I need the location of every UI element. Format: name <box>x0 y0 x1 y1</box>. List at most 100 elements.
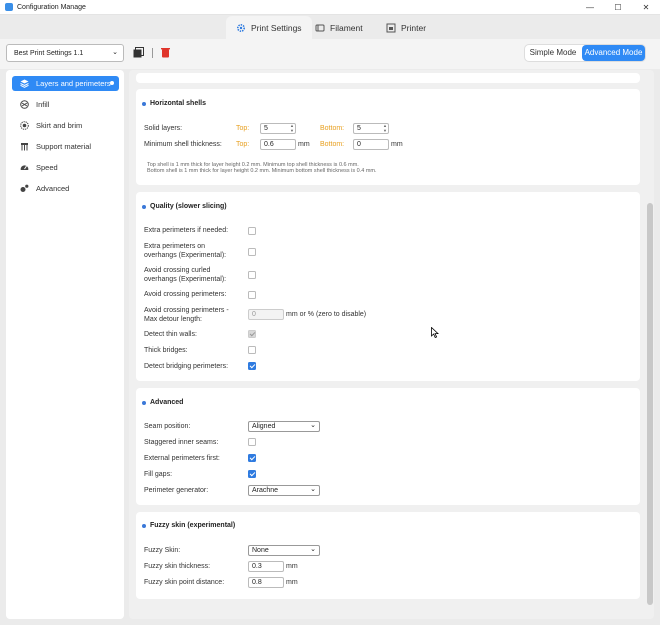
sidebar-item-label: Skirt and brim <box>36 121 83 130</box>
window-title: Configuration Manage <box>17 3 86 11</box>
unit-label: mm <box>286 563 298 570</box>
extra-perimeters-label: Extra perimeters if needed: <box>144 227 229 234</box>
staggered-seams-label: Staggered inner seams: <box>144 439 219 446</box>
perimeter-generator-select[interactable]: Arachne ⌄ <box>248 485 320 496</box>
staggered-seams-checkbox[interactable] <box>248 438 256 446</box>
title-bar: Configuration Manage — ☐ ✕ <box>0 0 660 15</box>
perimeter-generator-label: Perimeter generator: <box>144 487 209 494</box>
top-layers-input[interactable]: 5 ▲ ▼ <box>260 123 296 134</box>
mode-switch: Simple Mode Advanced Mode <box>524 44 646 62</box>
sidebar-item-support[interactable]: Support material <box>12 139 119 154</box>
seam-position-select[interactable]: Aligned ⌄ <box>248 421 320 432</box>
tab-label: Printer <box>401 22 427 33</box>
fuzzy-distance-input[interactable]: 0.8 <box>248 577 284 588</box>
card-partial <box>136 73 640 83</box>
tab-print-settings[interactable]: Print Settings <box>226 16 312 39</box>
fuzzy-distance-label: Fuzzy skin point distance: <box>144 579 225 586</box>
bottom-layers-input[interactable]: 5 ▲ ▼ <box>353 123 389 134</box>
section-title: Fuzzy skin (experimental) <box>142 522 235 529</box>
min-top-input[interactable]: 0.6 <box>260 139 296 150</box>
chevron-down-icon: ⌄ <box>310 486 316 493</box>
fuzzy-thickness-input[interactable]: 0.3 <box>248 561 284 572</box>
speed-icon <box>20 165 29 170</box>
unit-label: mm <box>298 141 310 148</box>
tab-bar: Print Settings Filament Printer <box>0 15 660 39</box>
min-top-label: Top: <box>236 141 250 148</box>
tab-label: Filament <box>330 22 363 33</box>
avoid-curled-label: Avoid crossing curled overhangs (Experim… <box>144 267 227 283</box>
bridging-checkbox[interactable] <box>248 362 256 370</box>
thin-walls-checkbox[interactable] <box>248 330 256 338</box>
section-title: Quality (slower slicing) <box>142 203 227 210</box>
filament-icon <box>315 24 325 31</box>
save-icon[interactable] <box>133 47 144 58</box>
active-dot <box>110 81 114 85</box>
advanced-mode-button[interactable]: Advanced Mode <box>582 45 645 61</box>
close-button[interactable]: ✕ <box>632 0 660 15</box>
min-bottom-input[interactable]: 0 <box>353 139 389 150</box>
avoid-crossing-checkbox[interactable] <box>248 291 256 299</box>
external-first-label: External perimeters first: <box>144 455 220 462</box>
fuzzy-skin-select[interactable]: None ⌄ <box>248 545 320 556</box>
bridging-label: Detect bridging perimeters: <box>144 363 229 370</box>
spinner-icon[interactable]: ▲ ▼ <box>383 123 387 133</box>
unit-label: mm <box>391 141 403 148</box>
sidebar-item-label: Speed <box>36 163 58 172</box>
max-detour-input[interactable]: 0 <box>248 309 284 320</box>
sidebar-item-label: Advanced <box>36 184 70 193</box>
max-detour-label: Avoid crossing perimeters - Max detour l… <box>144 307 229 323</box>
thick-bridges-checkbox[interactable] <box>248 346 256 354</box>
gear-icon <box>236 23 246 32</box>
avoid-crossing-label: Avoid crossing perimeters: <box>144 291 227 298</box>
sidebar-item-skirt[interactable]: Skirt and brim <box>12 118 119 133</box>
extra-perimeters-checkbox[interactable] <box>248 227 256 235</box>
spinner-icon[interactable]: ▲ ▼ <box>290 123 294 133</box>
external-first-checkbox[interactable] <box>248 454 256 462</box>
extra-overhangs-label: Extra perimeters on overhangs (Experimen… <box>144 243 227 259</box>
sidebar-item-layers[interactable]: Layers and perimeters <box>12 76 119 91</box>
tab-label: Print Settings <box>251 22 302 33</box>
minimize-button[interactable]: — <box>576 0 604 15</box>
toolbar: Best Print Settings 1.1 ⌄ Simple Mode Ad… <box>0 39 660 69</box>
chevron-down-icon: ⌄ <box>310 546 316 553</box>
solid-layers-label: Solid layers: <box>144 125 183 132</box>
chevron-down-icon: ⌄ <box>112 49 118 56</box>
preset-select[interactable]: Best Print Settings 1.1 ⌄ <box>6 44 124 62</box>
card-quality <box>136 192 640 381</box>
advanced-icon <box>20 184 29 192</box>
support-icon <box>21 143 28 151</box>
sidebar-item-label: Support material <box>36 142 92 151</box>
shell-note: Bottom shell is 1 mm thick for layer hei… <box>147 168 377 174</box>
seam-position-label: Seam position: <box>144 423 191 430</box>
section-title: Advanced <box>142 399 183 406</box>
maximize-button[interactable]: ☐ <box>604 0 632 15</box>
tab-filament[interactable]: Filament <box>315 16 363 39</box>
sidebar-item-label: Infill <box>36 100 50 109</box>
skirt-icon <box>20 121 29 130</box>
simple-mode-button[interactable]: Simple Mode <box>527 45 579 61</box>
fill-gaps-checkbox[interactable] <box>248 470 256 478</box>
fuzzy-skin-label: Fuzzy Skin: <box>144 547 181 554</box>
sidebar-item-infill[interactable]: Infill <box>12 97 119 112</box>
fill-gaps-label: Fill gaps: <box>144 471 173 478</box>
min-shell-thickness-label: Minimum shell thickness: <box>144 141 222 148</box>
sidebar-item-label: Layers and perimeters <box>36 79 111 88</box>
sidebar-item-speed[interactable]: Speed <box>12 160 119 175</box>
fuzzy-thickness-label: Fuzzy skin thickness: <box>144 563 211 570</box>
section-title: Horizontal shells <box>142 100 206 107</box>
avoid-curled-checkbox[interactable] <box>248 271 256 279</box>
toolbar-divider <box>152 48 153 58</box>
delete-icon[interactable] <box>160 47 171 58</box>
sidebar-item-advanced[interactable]: Advanced <box>12 181 119 196</box>
unit-label: mm <box>286 579 298 586</box>
extra-overhangs-checkbox[interactable] <box>248 248 256 256</box>
printer-icon <box>386 23 396 32</box>
scrollbar[interactable] <box>647 203 653 605</box>
preset-value: Best Print Settings 1.1 <box>14 49 84 57</box>
layers-icon <box>20 79 29 88</box>
tab-printer[interactable]: Printer <box>386 16 426 39</box>
thick-bridges-label: Thick bridges: <box>144 347 188 354</box>
thin-walls-label: Detect thin walls: <box>144 331 197 338</box>
detour-unit-label: mm or % (zero to disable) <box>286 311 367 318</box>
bottom-label: Bottom: <box>320 125 345 132</box>
